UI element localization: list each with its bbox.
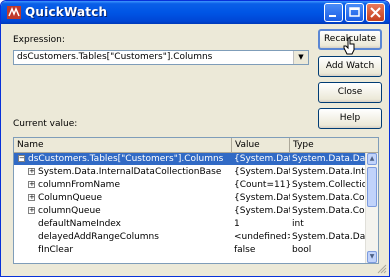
scroll-up-icon[interactable]: ▲ <box>367 153 377 165</box>
close-button[interactable]: Close <box>318 82 382 103</box>
vertical-scrollbar[interactable]: ▲ ▼ <box>365 153 378 263</box>
row-name: dsCustomers.Tables["Customers"].Columns <box>28 154 224 164</box>
minimize-icon <box>325 4 342 24</box>
row-type: System.Data.Col <box>292 206 368 216</box>
row-name-cell: delayedAddRangeColumns <box>14 231 231 243</box>
current-value-label: Current value: <box>13 119 78 129</box>
table-row[interactable]: defaultNameIndex 1 int <box>14 218 366 230</box>
maximize-icon <box>346 4 363 24</box>
table-row[interactable]: + columnFromName {Count=11} System.Colle… <box>14 179 368 191</box>
row-type: System.Collection <box>292 180 368 190</box>
table-row[interactable]: + columnQueue {System.Data System.Data.C… <box>14 205 368 217</box>
row-value: {System.Data <box>234 167 290 177</box>
row-value: {System.Data <box>234 154 290 164</box>
row-name-cell: + columnQueue <box>14 205 231 217</box>
row-name: System.Data.InternalDataCollectionBase <box>38 167 222 177</box>
table-row[interactable]: + ColumnQueue {System.Data System.Data.C… <box>14 192 368 204</box>
table-row[interactable]: fInClear false bool <box>14 244 366 256</box>
column-header-value[interactable]: Value <box>232 138 290 152</box>
row-name-cell: − dsCustomers.Tables["Customers"].Column… <box>14 153 231 165</box>
collapse-icon[interactable]: − <box>18 155 25 162</box>
row-type: System.Data.Dat <box>292 154 368 164</box>
row-value: 1 <box>234 219 240 229</box>
scroll-down-icon[interactable]: ▼ <box>367 251 377 263</box>
app-icon <box>7 6 21 19</box>
row-value: {System.Data <box>234 206 290 216</box>
table-row[interactable]: + System.Data.InternalDataCollectionBase… <box>14 166 368 178</box>
add-watch-button[interactable]: Add Watch <box>318 56 382 77</box>
row-value: <undefined> <box>234 232 290 242</box>
row-name-cell: + ColumnQueue <box>14 192 231 204</box>
scrollbar-thumb[interactable] <box>367 167 377 207</box>
row-name: columnQueue <box>38 206 101 216</box>
row-type: System.Data.Dat <box>292 232 368 242</box>
expand-icon[interactable]: + <box>28 194 35 201</box>
row-value: false <box>234 245 256 255</box>
table-row[interactable]: − dsCustomers.Tables["Customers"].Column… <box>14 153 368 165</box>
row-value: {System.Data <box>234 193 290 203</box>
row-name: columnFromName <box>38 180 120 190</box>
window-title: QuickWatch <box>25 5 108 19</box>
row-name-cell: fInClear <box>14 244 231 256</box>
help-button[interactable]: Help <box>318 108 382 129</box>
expression-label: Expression: <box>13 35 65 45</box>
expand-icon[interactable]: + <box>28 207 35 214</box>
mouse-cursor-icon <box>343 37 355 55</box>
grid-header: Name Value Type <box>14 138 378 153</box>
column-header-name[interactable]: Name <box>14 138 232 152</box>
row-name: delayedAddRangeColumns <box>38 232 159 242</box>
row-name-cell: + columnFromName <box>14 179 231 191</box>
row-name: fInClear <box>38 245 74 255</box>
dropdown-arrow-icon[interactable]: ▼ <box>293 51 308 64</box>
row-name-cell: + System.Data.InternalDataCollectionBase <box>14 166 231 178</box>
close-window-button[interactable] <box>366 3 385 22</box>
maximize-button[interactable] <box>345 3 364 22</box>
table-row[interactable]: delayedAddRangeColumns <undefined> Syste… <box>14 231 368 243</box>
expression-input[interactable]: dsCustomers.Tables["Customers"].Columns <box>17 52 212 62</box>
row-type: int <box>292 219 304 229</box>
resize-grip-icon[interactable] <box>377 264 387 274</box>
row-name: defaultNameIndex <box>38 219 121 229</box>
column-header-type[interactable]: Type <box>290 138 378 152</box>
row-name: ColumnQueue <box>38 193 103 203</box>
quickwatch-window: QuickWatch Expression: dsCustomers.Table… <box>0 0 390 277</box>
row-type: System.Data.Col <box>292 193 368 203</box>
row-name-cell: defaultNameIndex <box>14 218 231 230</box>
minimize-button[interactable] <box>324 3 343 22</box>
row-type: bool <box>292 245 312 255</box>
watch-grid[interactable]: Name Value Type − dsCustomers.Tables["Cu… <box>13 137 379 264</box>
expand-icon[interactable]: + <box>28 181 35 188</box>
expression-combobox[interactable]: dsCustomers.Tables["Customers"].Columns … <box>13 50 309 65</box>
title-bar[interactable]: QuickWatch <box>1 1 389 24</box>
row-type: System.Data.Inte <box>292 167 368 177</box>
row-value: {Count=11} <box>234 180 290 190</box>
expand-icon[interactable]: + <box>28 168 35 175</box>
close-icon <box>367 4 384 24</box>
